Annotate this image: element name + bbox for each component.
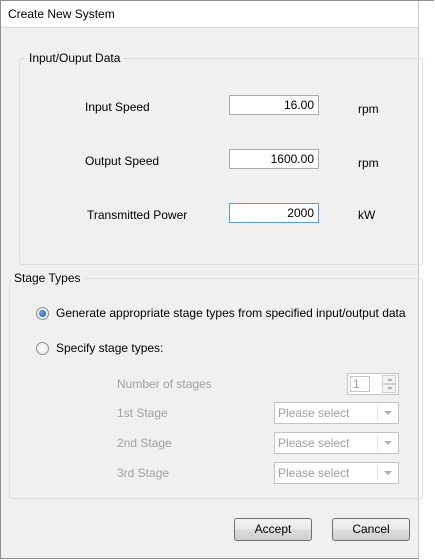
- output-speed-label: Output Speed: [85, 154, 160, 168]
- number-of-stages-label: Number of stages: [117, 377, 212, 391]
- stage-2-value: Please select: [278, 436, 350, 450]
- create-system-dialog: Create New System Input/Ouput Data Input…: [0, 0, 434, 560]
- cancel-button[interactable]: Cancel: [332, 518, 410, 541]
- chevron-down-icon: [384, 471, 392, 475]
- specify-stage-types-option[interactable]: Specify stage types:: [36, 341, 163, 355]
- stage-3-select[interactable]: Please select: [274, 462, 399, 484]
- specify-radio[interactable]: [36, 341, 49, 355]
- spinner-buttons: [382, 375, 396, 393]
- output-speed-unit: rpm: [358, 156, 379, 170]
- accept-button[interactable]: Accept: [234, 518, 312, 541]
- stage-types-legend: Stage Types: [11, 271, 84, 285]
- number-of-stages-spinner[interactable]: 1: [347, 373, 399, 395]
- specify-option-label: Specify stage types:: [56, 341, 164, 355]
- input-speed-unit: rpm: [358, 102, 379, 116]
- input-speed-label: Input Speed: [85, 100, 150, 114]
- generate-radio[interactable]: [36, 306, 49, 320]
- chevron-down-icon: [384, 411, 392, 415]
- chevron-down-icon: [384, 441, 392, 445]
- stage-2-select[interactable]: Please select: [274, 432, 399, 454]
- stage-2-label: 2nd Stage: [117, 436, 172, 450]
- generate-stage-types-option[interactable]: Generate appropriate stage types from sp…: [36, 306, 406, 320]
- stage-2-separator: [377, 436, 378, 450]
- stage-3-value: Please select: [278, 466, 350, 480]
- stage-1-value: Please select: [278, 406, 350, 420]
- stage-count-value: 1: [353, 377, 360, 391]
- title-bar: Create New System: [1, 1, 433, 28]
- input-output-legend: Input/Ouput Data: [26, 51, 124, 65]
- generate-option-label: Generate appropriate stage types from sp…: [56, 306, 406, 320]
- stage-3-separator: [377, 466, 378, 480]
- spinner-up-icon[interactable]: [382, 375, 396, 384]
- transmitted-power-input[interactable]: 2000: [229, 203, 319, 223]
- spinner-down-icon[interactable]: [382, 384, 396, 393]
- dialog-title: Create New System: [8, 7, 115, 21]
- output-speed-input[interactable]: 1600.00: [229, 149, 319, 169]
- input-speed-input[interactable]: 16.00: [229, 95, 319, 115]
- stage-1-select[interactable]: Please select: [274, 402, 399, 424]
- transmitted-power-unit: kW: [358, 208, 376, 222]
- transmitted-power-label: Transmitted Power: [87, 208, 188, 222]
- stage-3-label: 3rd Stage: [117, 466, 170, 480]
- stage-1-label: 1st Stage: [117, 406, 168, 420]
- stage-1-separator: [377, 406, 378, 420]
